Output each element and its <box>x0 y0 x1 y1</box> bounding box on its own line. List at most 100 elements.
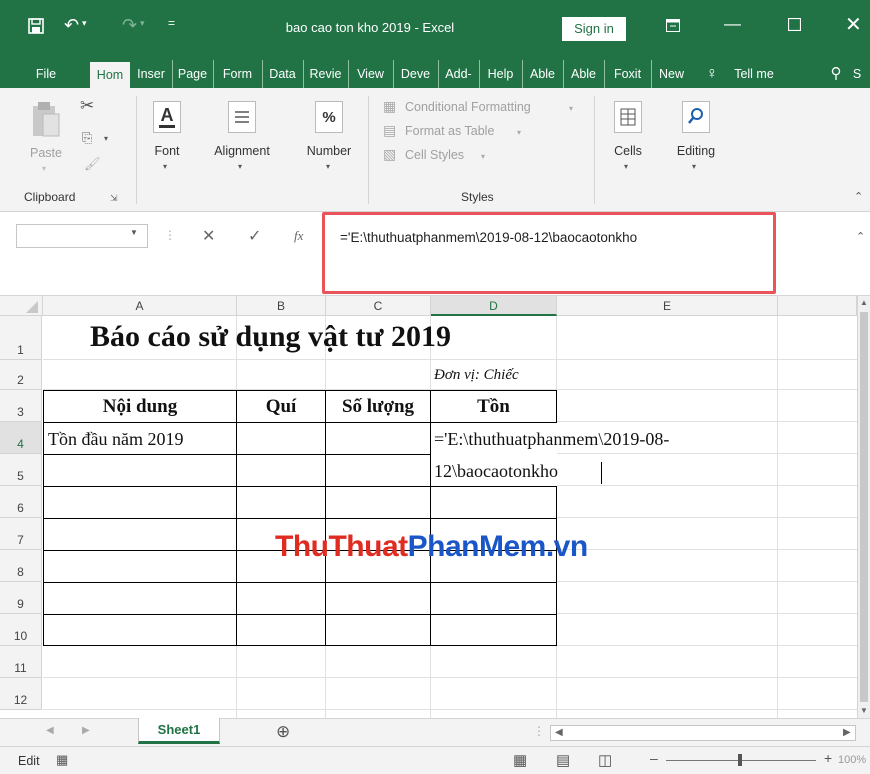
zoom-level[interactable]: 100% <box>838 754 866 766</box>
cells-icon[interactable] <box>608 98 648 136</box>
row-header-12[interactable]: 12 <box>0 678 42 710</box>
cell-styles-button[interactable]: Cell Styles <box>405 148 464 162</box>
format-as-table-dropdown-icon[interactable]: ▾ <box>517 128 521 137</box>
scroll-down-icon[interactable]: ▼ <box>860 706 868 715</box>
scroll-right-icon[interactable]: ▶ <box>843 727 851 738</box>
enter-check-icon[interactable]: ✓ <box>248 226 261 246</box>
report-title[interactable]: Báo cáo sử dụng vật tư 2019 <box>90 320 451 354</box>
editing-dropdown-icon[interactable]: ▾ <box>692 162 696 171</box>
page-layout-view-icon[interactable]: ▤ <box>556 751 570 769</box>
alignment-group[interactable]: Alignment ▾ <box>200 88 284 212</box>
tab-share[interactable]: S <box>847 60 867 88</box>
cells-label[interactable]: Cells <box>598 144 658 158</box>
paste-icon[interactable] <box>26 98 66 142</box>
scroll-up-icon[interactable]: ▲ <box>860 298 868 307</box>
sheet-tab-sheet1[interactable]: Sheet1 <box>138 718 220 744</box>
insert-function-icon[interactable]: fx <box>294 228 303 244</box>
paste-label[interactable]: Paste <box>26 146 66 160</box>
splitter-grip-icon[interactable]: ⋮ <box>533 724 545 738</box>
unit-label[interactable]: Đơn vị: Chiếc <box>434 367 519 384</box>
next-sheet-icon[interactable]: ▶ <box>82 725 90 736</box>
format-painter-icon[interactable]: 🖌 <box>84 156 101 172</box>
tab-new[interactable]: New <box>651 60 691 88</box>
row-header-10[interactable]: 10 <box>0 614 42 646</box>
scroll-left-icon[interactable]: ◀ <box>555 727 563 738</box>
editing-label[interactable]: Editing <box>664 144 728 158</box>
select-all-corner[interactable] <box>0 296 43 316</box>
cell-d4-line2[interactable]: 12\baocaotonkho <box>434 461 558 482</box>
format-as-table-button[interactable]: Format as Table <box>405 124 494 138</box>
macro-record-icon[interactable]: ▦ <box>56 752 68 768</box>
column-header-a[interactable]: A <box>43 296 237 316</box>
alignment-dropdown-icon[interactable]: ▾ <box>238 162 242 171</box>
tab-add-ins[interactable]: Add- <box>438 60 478 88</box>
copy-icon[interactable]: ⎘ <box>82 130 92 146</box>
cells-dropdown-icon[interactable]: ▾ <box>624 162 628 171</box>
alignment-label[interactable]: Alignment <box>200 144 284 158</box>
format-as-table-icon[interactable]: ▤ <box>383 122 396 139</box>
column-header-c[interactable]: C <box>326 296 431 316</box>
minimize-icon[interactable]: — <box>724 14 741 34</box>
font-icon[interactable]: A <box>147 98 187 136</box>
editing-group[interactable]: Editing ▾ <box>664 88 728 212</box>
row-header-8[interactable]: 8 <box>0 550 42 582</box>
conditional-formatting-button[interactable]: Conditional Formatting <box>405 100 531 114</box>
tab-foxit[interactable]: Foxit <box>604 60 650 88</box>
column-header-d[interactable]: D <box>431 296 557 316</box>
row-header-9[interactable]: 9 <box>0 582 42 614</box>
share-person-icon[interactable]: ⚲ <box>826 60 846 88</box>
tab-file[interactable]: File <box>30 60 62 88</box>
conditional-formatting-dropdown-icon[interactable]: ▾ <box>569 104 573 113</box>
zoom-in-icon[interactable]: + <box>824 750 832 766</box>
number-group[interactable]: % Number ▾ <box>296 88 362 212</box>
tab-able-2[interactable]: Able <box>563 60 603 88</box>
expand-formula-bar-icon[interactable]: ⌃ <box>856 230 865 243</box>
percent-icon[interactable]: % <box>309 98 349 136</box>
ribbon-display-icon[interactable] <box>666 17 680 37</box>
add-sheet-icon[interactable]: ⊕ <box>276 722 290 742</box>
row-header-5[interactable]: 5 <box>0 454 42 486</box>
close-icon[interactable]: ✕ <box>845 12 862 37</box>
zoom-slider-thumb[interactable] <box>738 754 742 766</box>
zoom-out-icon[interactable]: – <box>650 750 658 766</box>
row-header-11[interactable]: 11 <box>0 646 42 678</box>
row-header-2[interactable]: 2 <box>0 360 42 390</box>
tab-able-1[interactable]: Able <box>522 60 562 88</box>
cut-icon[interactable]: ✂ <box>80 96 94 116</box>
column-header-b[interactable]: B <box>237 296 326 316</box>
column-header-f[interactable] <box>778 296 857 316</box>
number-dropdown-icon[interactable]: ▾ <box>326 162 330 171</box>
search-icon[interactable] <box>676 98 716 136</box>
name-box[interactable] <box>16 224 148 248</box>
name-box-dropdown-icon[interactable]: ▼ <box>130 228 138 237</box>
cell-a4[interactable]: Tồn đầu năm 2019 <box>48 429 183 450</box>
maximize-icon[interactable] <box>787 16 802 36</box>
clipboard-launcher-icon[interactable]: ⇲ <box>110 193 118 204</box>
tab-insert[interactable]: Inser <box>131 60 171 88</box>
paste-dropdown-icon[interactable]: ▾ <box>42 164 46 173</box>
vertical-scrollbar[interactable]: ▲ ▼ <box>857 296 870 718</box>
row-header-7[interactable]: 7 <box>0 518 42 550</box>
alignment-icon[interactable] <box>222 98 262 136</box>
font-dropdown-icon[interactable]: ▾ <box>163 162 167 171</box>
font-label[interactable]: Font <box>137 144 197 158</box>
header-qui[interactable]: Quí <box>237 396 325 418</box>
column-header-e[interactable]: E <box>557 296 778 316</box>
cell-styles-dropdown-icon[interactable]: ▾ <box>481 152 485 161</box>
prev-sheet-icon[interactable]: ◀ <box>46 725 54 736</box>
horizontal-scrollbar[interactable]: ◀ ▶ <box>550 725 856 741</box>
row-header-6[interactable]: 6 <box>0 486 42 518</box>
cell-d4-line1[interactable]: ='E:\thuthuatphanmem\2019-08- <box>434 429 669 450</box>
page-break-view-icon[interactable]: ◫ <box>598 751 612 769</box>
row-header-4[interactable]: 4 <box>0 422 42 454</box>
tab-developer[interactable]: Deve <box>393 60 437 88</box>
header-noi-dung[interactable]: Nội dung <box>44 396 236 418</box>
conditional-formatting-icon[interactable]: ▦ <box>383 98 396 115</box>
number-label[interactable]: Number <box>296 144 362 158</box>
normal-view-icon[interactable]: ▦ <box>513 751 527 769</box>
tell-me-search[interactable]: Tell me <box>724 60 784 88</box>
tab-help[interactable]: Help <box>479 60 521 88</box>
tab-data[interactable]: Data <box>262 60 302 88</box>
cancel-icon[interactable]: ✕ <box>202 226 215 246</box>
tab-review[interactable]: Revie <box>303 60 347 88</box>
